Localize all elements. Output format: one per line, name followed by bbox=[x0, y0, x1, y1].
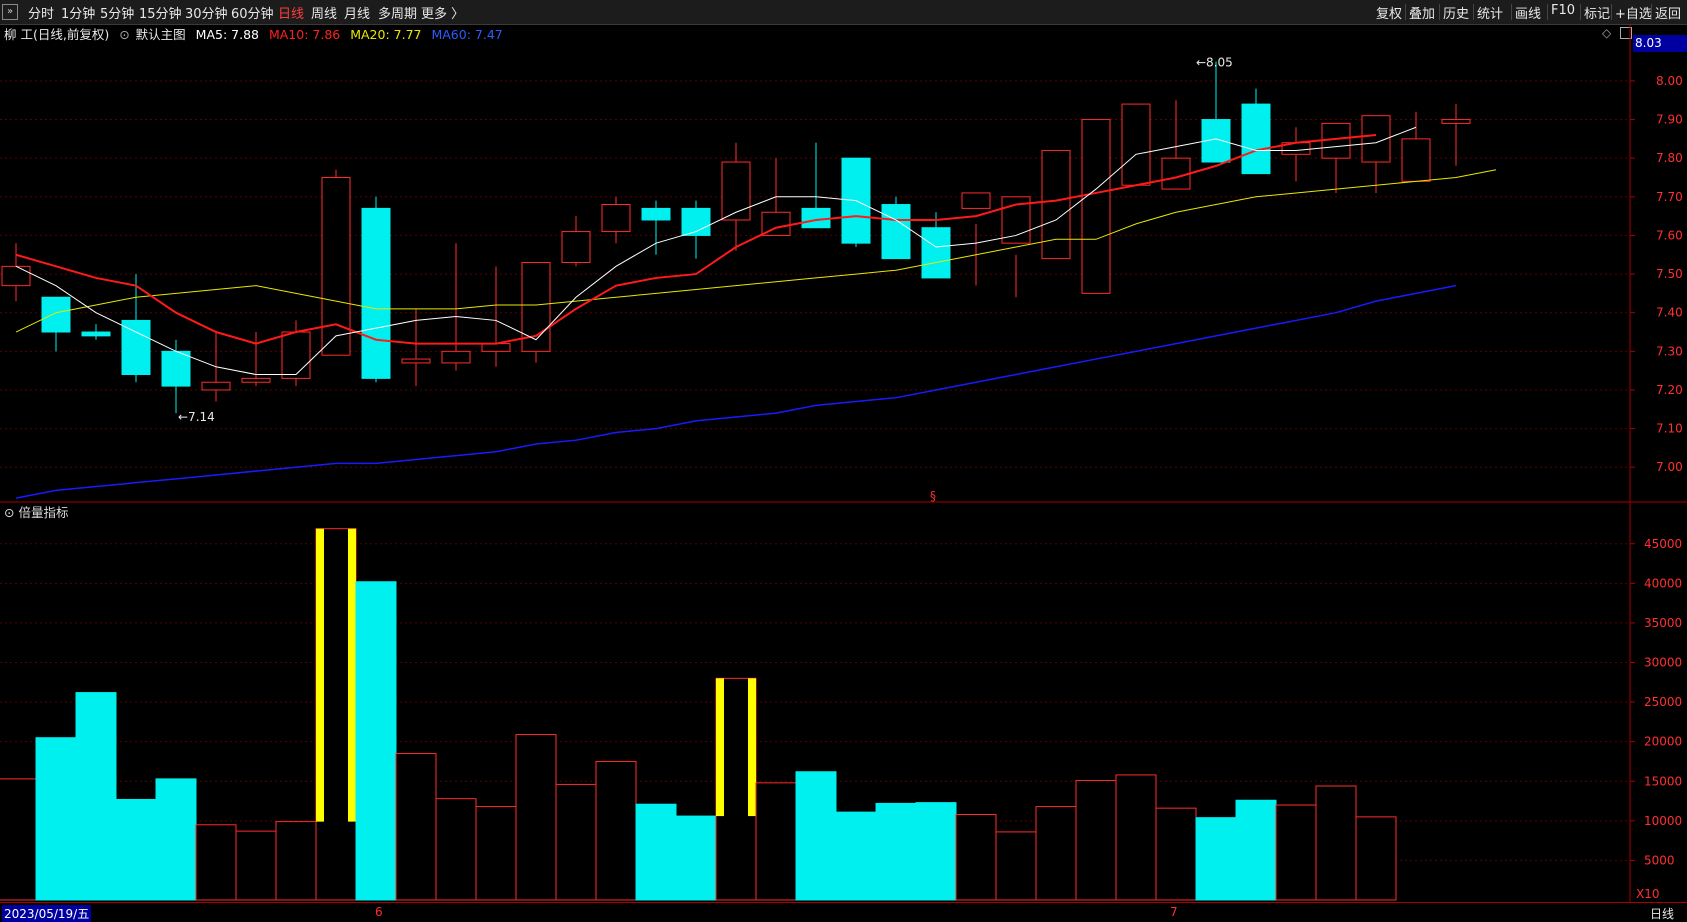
volume-tick-label: 20000 bbox=[1644, 735, 1682, 749]
candle-body bbox=[1, 265, 31, 287]
double-volume-marker-right bbox=[748, 678, 756, 817]
price-tick-label: 7.50 bbox=[1656, 267, 1683, 281]
price-tick-label: 7.10 bbox=[1656, 422, 1683, 436]
price-tick-label: 7.00 bbox=[1656, 460, 1683, 474]
volume-bar bbox=[1235, 799, 1277, 901]
candle-body bbox=[1401, 138, 1431, 182]
volume-tick-label: 35000 bbox=[1644, 616, 1682, 630]
high-price-label: ←8.05 bbox=[1196, 56, 1233, 70]
volume-bar bbox=[515, 734, 557, 901]
candle-body bbox=[881, 204, 911, 260]
volume-bar bbox=[675, 815, 717, 901]
volume-bar bbox=[1275, 804, 1317, 901]
candle-body bbox=[81, 331, 111, 337]
volume-bar bbox=[955, 814, 997, 901]
scroll-marker: § bbox=[930, 489, 936, 503]
double-volume-marker-left bbox=[316, 528, 324, 822]
volume-tick-label: 25000 bbox=[1644, 695, 1682, 709]
volume-bar bbox=[275, 821, 317, 901]
volume-bar bbox=[1195, 817, 1237, 901]
candle-body bbox=[1081, 119, 1111, 294]
price-tick-label: 7.70 bbox=[1656, 190, 1683, 204]
candle-body bbox=[401, 358, 431, 364]
volume-panel-legend: ⊙ 倍量指标 bbox=[4, 502, 68, 521]
volume-panel-title: 倍量指标 bbox=[18, 505, 69, 520]
volume-bar bbox=[355, 581, 397, 901]
volume-bar bbox=[755, 782, 797, 901]
candle-body bbox=[1241, 103, 1271, 175]
volume-bar bbox=[75, 692, 117, 901]
first-date: 2023/05/19/五 bbox=[2, 905, 92, 922]
price-tick-label: 7.60 bbox=[1656, 228, 1683, 242]
volume-bar bbox=[1315, 785, 1357, 901]
double-volume-marker-left bbox=[716, 678, 724, 817]
candle-body bbox=[561, 231, 591, 263]
volume-bar bbox=[155, 778, 197, 901]
price-tick-label: 7.80 bbox=[1656, 151, 1683, 165]
volume-bar bbox=[915, 802, 957, 901]
candle-body bbox=[961, 192, 991, 209]
volume-bar bbox=[1035, 806, 1077, 901]
candle-body bbox=[641, 207, 671, 221]
candle-body bbox=[481, 343, 511, 352]
volume-bar bbox=[595, 760, 637, 901]
candle-body bbox=[121, 319, 151, 376]
volume-tick-label: 15000 bbox=[1644, 774, 1682, 788]
volume-bar bbox=[0, 778, 37, 901]
candle-body bbox=[241, 377, 271, 383]
volume-bar bbox=[475, 806, 517, 901]
price-tick-label: 7.20 bbox=[1656, 383, 1683, 397]
candle-body bbox=[721, 161, 751, 221]
candle-body bbox=[201, 381, 231, 391]
candle-body bbox=[41, 296, 71, 333]
price-tick-label: 7.30 bbox=[1656, 344, 1683, 358]
price-tick-label: 7.40 bbox=[1656, 306, 1683, 320]
volume-bar bbox=[395, 753, 437, 901]
volume-bar bbox=[115, 798, 157, 901]
volume-tick-label: 10000 bbox=[1644, 814, 1682, 828]
candle-body bbox=[1041, 149, 1071, 260]
volume-tick-label: 45000 bbox=[1644, 537, 1682, 551]
volume-tick-label: 40000 bbox=[1644, 576, 1682, 590]
candle-body bbox=[1441, 119, 1471, 124]
ma20-line bbox=[15, 169, 1497, 333]
volume-bar bbox=[1355, 816, 1397, 901]
volume-toggle-icon[interactable]: ⊙ bbox=[4, 505, 14, 520]
volume-bar bbox=[835, 811, 877, 901]
volume-bar bbox=[235, 830, 277, 901]
double-volume-marker-right bbox=[348, 528, 356, 822]
volume-bar bbox=[35, 737, 77, 901]
volume-bar bbox=[995, 831, 1037, 901]
volume-bar bbox=[635, 803, 677, 901]
volume-bar bbox=[1075, 779, 1117, 901]
candle-body bbox=[161, 350, 191, 387]
volume-unit: X10 bbox=[1636, 887, 1660, 901]
price-tick-label: 8.00 bbox=[1656, 74, 1683, 88]
volume-bar bbox=[1155, 807, 1197, 901]
candle-body bbox=[601, 204, 631, 233]
date-axis: 2023/05/19/五 6 7 日线 bbox=[0, 902, 1687, 922]
candle-body bbox=[361, 207, 391, 379]
volume-tick-label: 30000 bbox=[1644, 656, 1682, 670]
candle-body bbox=[281, 331, 311, 379]
month-mark-7: 7 bbox=[1170, 905, 1178, 919]
volume-bar bbox=[195, 824, 237, 901]
candle-body bbox=[441, 350, 471, 364]
volume-bar bbox=[1115, 774, 1157, 901]
low-price-label: ←7.14 bbox=[178, 410, 215, 424]
period-label: 日线 bbox=[1650, 907, 1675, 921]
month-mark-6: 6 bbox=[375, 905, 383, 919]
volume-bar bbox=[875, 802, 917, 901]
volume-tick-label: 5000 bbox=[1644, 853, 1675, 867]
price-tick-label: 7.90 bbox=[1656, 113, 1683, 127]
volume-bar bbox=[795, 771, 837, 901]
volume-bar bbox=[435, 798, 477, 901]
candle-body bbox=[1121, 103, 1151, 186]
ma60-line bbox=[15, 284, 1457, 499]
kline-chart[interactable]: § 8.00 7.90 7.80 7.70 7.60 7.50 7.40 7.30 7.20 7.1… bbox=[0, 0, 1687, 921]
volume-bar bbox=[555, 783, 597, 901]
candle-body bbox=[921, 227, 951, 279]
